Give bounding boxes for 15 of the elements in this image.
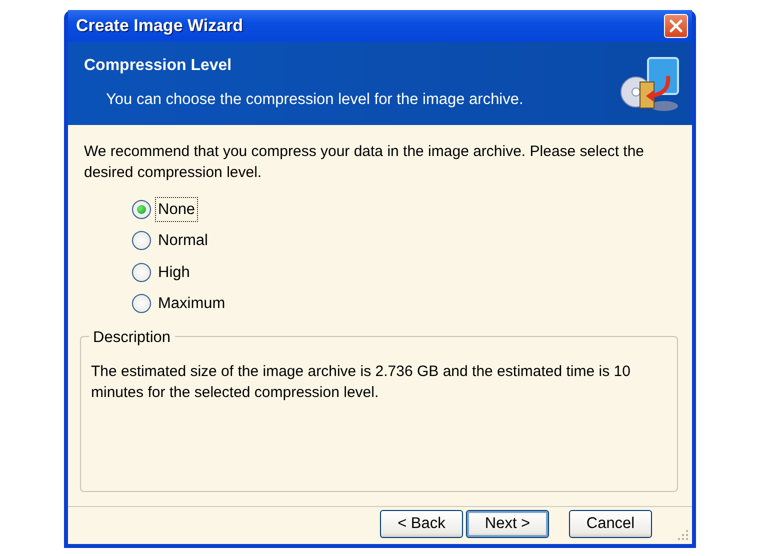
wizard-button[interactable]: < Back <box>380 510 463 538</box>
radio-option[interactable]: High <box>132 260 680 285</box>
resize-grip-icon[interactable] <box>677 529 689 541</box>
header-subtitle: You can choose the compression level for the image archive. <box>106 90 524 110</box>
description-text: The estimated size of the image archive is 2.736 GB and the estimated time is 10 minutes for the selected compression level. <box>91 362 632 403</box>
radio-option[interactable]: Normal <box>132 228 680 254</box>
radio-option[interactable]: Maximum <box>132 290 680 316</box>
window-title: Create Image Wizard <box>76 15 244 38</box>
close-button[interactable] <box>664 14 688 38</box>
radio-option[interactable]: None <box>132 197 680 222</box>
header-title: Compression Level <box>84 56 233 76</box>
wizard-button[interactable]: Next > <box>466 510 549 538</box>
instruction-text: We recommend that you compress your data in the image archive. Please select the desired compression level. <box>84 142 646 183</box>
wizard-button[interactable]: Cancel <box>569 510 652 538</box>
close-icon <box>669 18 683 33</box>
